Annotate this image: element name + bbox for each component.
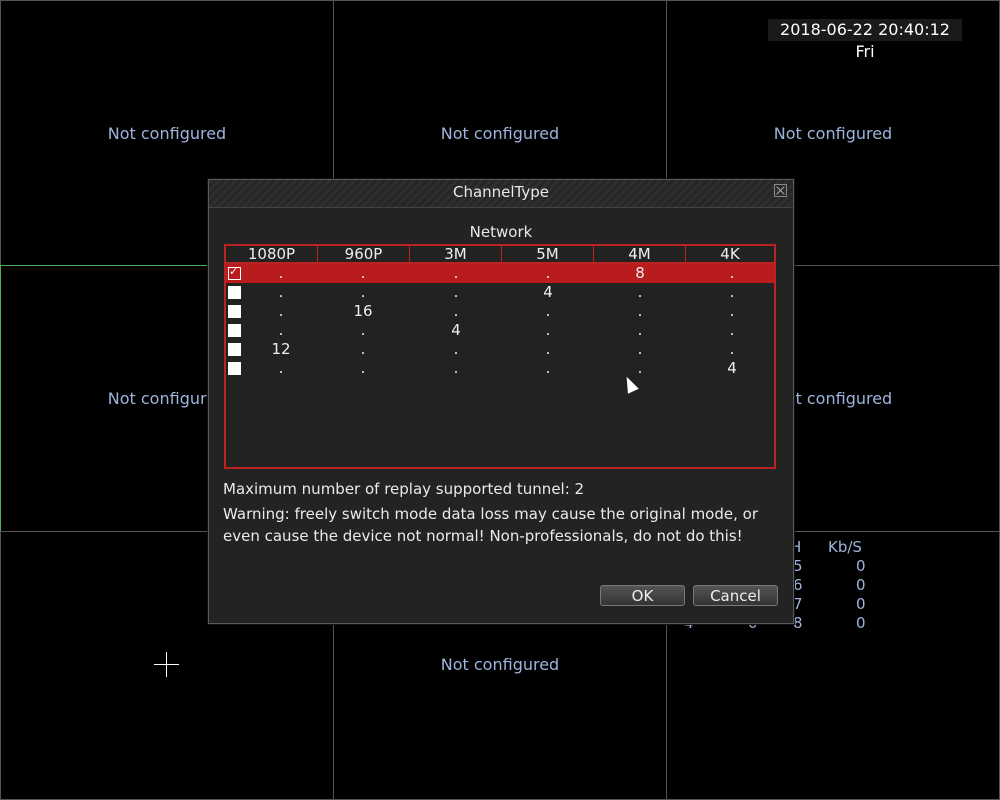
cell-value: . [278,264,284,282]
column-header-4m: 4M [594,246,686,264]
warning-text-line2: even cause the device not normal! Non-pr… [223,527,743,545]
cell-value: . [637,340,643,358]
stats-header-kbs: Kb/S [828,538,862,556]
cell-value: . [453,264,459,282]
cell-value: . [637,359,643,377]
cell-value: . [360,321,366,339]
dialog-title: ChannelType [452,183,550,201]
datetime-display: 2018-06-22 20:40:12 Fri [768,19,962,61]
cell-value: . [729,302,735,320]
cell-value: . [278,283,284,301]
table-row[interactable]: . . 4 . . . [226,321,774,340]
column-header-3m: 3M [410,246,502,264]
stats-channel: 8 [793,614,803,632]
ok-button[interactable]: OK [600,585,685,606]
table-row[interactable]: . . . 4 . . [226,283,774,302]
cell-value: . [360,340,366,358]
section-title: Network [469,223,533,241]
channel-status-label: Not configured [773,124,893,143]
channel-status-label: Not configured [107,124,227,143]
cell-value: . [729,321,735,339]
crosshair-cursor-icon [154,652,179,677]
table-row[interactable]: 12 . . . . . [226,340,774,359]
cell-value: . [278,302,284,320]
channel-type-dialog: ChannelType Network 1080P 960P 3M 5M 4M … [208,179,794,624]
column-header-960p: 960P [318,246,410,264]
cell-value: . [729,340,735,358]
row-checkbox[interactable] [228,324,241,337]
stats-channel: 7 [793,595,803,613]
cell-value: 16 [353,302,373,320]
warning-text-line1: Warning: freely switch mode data loss ma… [223,505,758,523]
cell-value: . [453,359,459,377]
row-checkbox[interactable] [228,362,241,375]
cell-value: . [453,340,459,358]
cancel-button[interactable]: Cancel [693,585,778,606]
cell-value: . [637,321,643,339]
table-row[interactable]: . . . . . 4 [226,359,774,378]
close-icon[interactable] [774,184,787,197]
dialog-titlebar[interactable]: ChannelType [209,180,793,208]
stats-kbs: 0 [856,576,866,594]
table-row[interactable]: . 16 . . . . [226,302,774,321]
stats-channel: 6 [793,576,803,594]
cell-value: . [545,340,551,358]
stats-kbs: 0 [856,595,866,613]
table-row[interactable]: . . . . 8 . [226,264,774,283]
cell-value: . [545,264,551,282]
cell-value: . [360,264,366,282]
column-header-5m: 5M [502,246,594,264]
cell-value: 4 [451,321,461,339]
row-checkbox[interactable] [228,343,241,356]
cell-value: 8 [635,264,645,282]
column-header-4k: 4K [686,246,774,264]
column-header-1080p: 1080P [226,246,318,264]
cell-value: . [278,359,284,377]
cell-value: . [453,302,459,320]
channel-status-label: Not configured [440,655,560,674]
cell-value: . [545,359,551,377]
cell-value: . [360,283,366,301]
replay-info-text: Maximum number of replay supported tunne… [223,480,585,498]
cell-value: . [637,302,643,320]
cell-value: . [637,283,643,301]
cell-value: . [545,321,551,339]
channel-type-table: 1080P 960P 3M 5M 4M 4K . . . . 8 . . . .… [224,244,776,469]
cell-value: 4 [727,359,737,377]
cell-value: . [545,302,551,320]
channel-status-label: Not configured [440,124,560,143]
cell-value: . [729,264,735,282]
row-checkbox[interactable] [228,286,241,299]
row-checkbox[interactable] [228,305,241,318]
stats-channel: 5 [793,557,803,575]
stats-kbs: 0 [856,614,866,632]
cell-value: . [360,359,366,377]
stats-kbs: 0 [856,557,866,575]
row-checkbox[interactable] [228,265,241,280]
cell-value: . [729,283,735,301]
cell-value: . [278,321,284,339]
cell-value: 4 [543,283,553,301]
cell-value: . [453,283,459,301]
cell-value: 12 [271,340,291,358]
